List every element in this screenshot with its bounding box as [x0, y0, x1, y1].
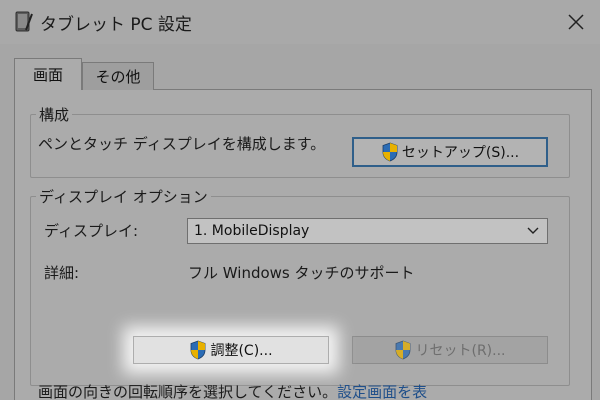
details-label: 詳細:	[44, 264, 80, 282]
uac-shield-icon	[382, 142, 398, 162]
setup-button-label: セットアップ(S)...	[401, 145, 520, 161]
settings-screen-link[interactable]: 設定画面を表	[337, 383, 427, 400]
tab-other[interactable]: その他	[82, 62, 154, 90]
uac-shield-icon	[191, 340, 206, 360]
tablet-pc-icon	[14, 11, 34, 33]
config-description: ペンとタッチ ディスプレイを構成します。	[38, 135, 326, 153]
details-value: フル Windows タッチのサポート	[188, 264, 415, 282]
display-label: ディスプレイ:	[44, 222, 139, 240]
reset-button[interactable]: リセット(R)...	[352, 336, 548, 364]
display-options-legend: ディスプレイ オプション	[36, 186, 211, 207]
orientation-instruction: 画面の向きの回転順序を選択してください。設定画面を表	[38, 381, 427, 400]
close-button[interactable]	[564, 10, 588, 34]
reset-button-label: リセット(R)...	[415, 343, 506, 359]
setup-button[interactable]: セットアップ(S)...	[352, 137, 548, 167]
tab-screen[interactable]: 画面	[14, 58, 82, 90]
display-select[interactable]: 1. MobileDisplay	[187, 218, 548, 244]
close-icon	[568, 14, 584, 30]
adjust-button[interactable]: 調整(C)...	[133, 336, 329, 364]
display-select-value: 1. MobileDisplay	[194, 223, 310, 239]
orientation-instruction-text: 画面の向きの回転順序を選択してください。	[38, 383, 338, 400]
tablet-pc-settings-window: タブレット PC 設定 画面 その他 構成 ペンとタッチ ディスプレイを構成しま…	[0, 0, 600, 400]
chevron-down-icon	[527, 227, 539, 234]
adjust-button-label: 調整(C)...	[210, 343, 273, 359]
uac-shield-icon	[396, 340, 411, 360]
title-bar: タブレット PC 設定	[0, 0, 600, 44]
window-title: タブレット PC 設定	[40, 15, 192, 35]
config-group-legend: 構成	[36, 104, 73, 125]
